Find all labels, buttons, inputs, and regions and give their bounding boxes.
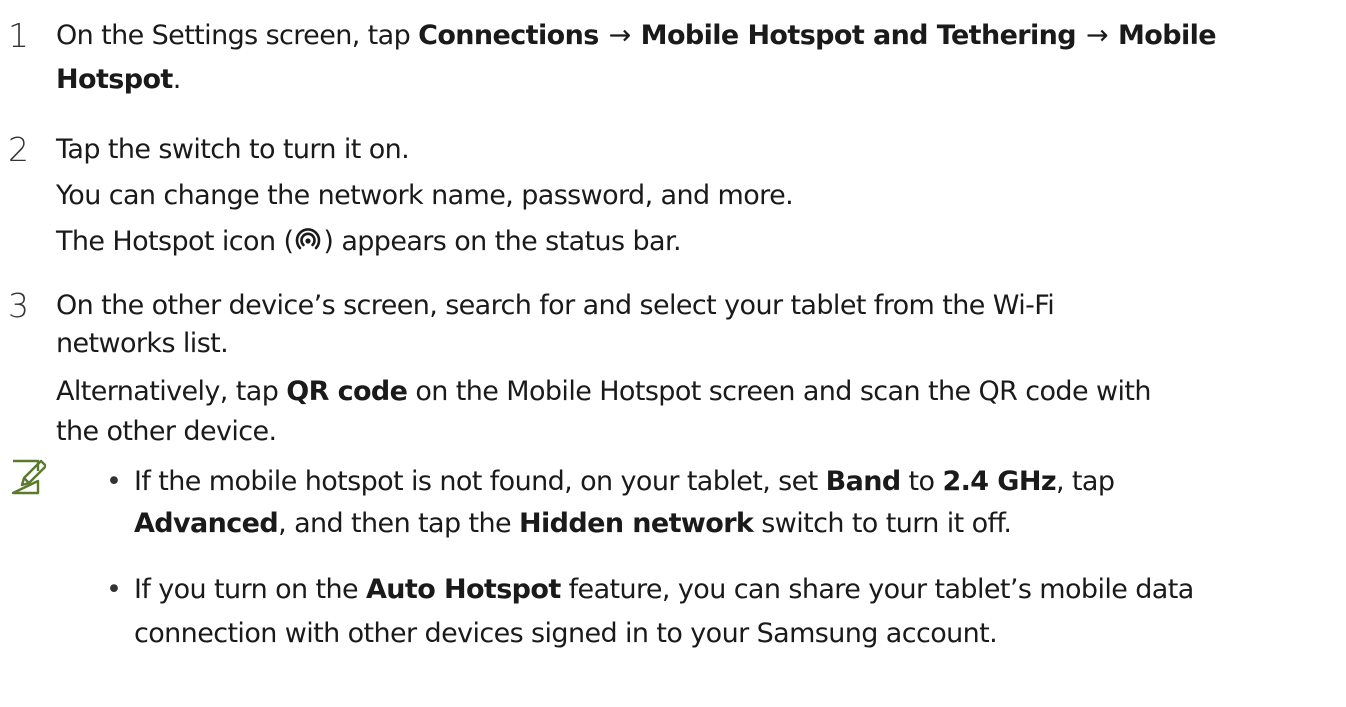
hotspot-icon xyxy=(296,228,321,250)
step-number: 1 xyxy=(8,16,29,55)
step-text-line: Tap the switch to turn it on. xyxy=(56,134,410,165)
menu-path-mobile-hotspot: Mobile xyxy=(1118,20,1217,51)
menu-path-hotspot-tethering: Mobile Hotspot and Tethering xyxy=(640,20,1077,51)
text: On the Settings screen, tap xyxy=(56,20,419,51)
advanced-label: Advanced xyxy=(134,508,279,539)
qr-code-label: QR code xyxy=(286,376,408,407)
text: on the Mobile Hotspot screen and scan th… xyxy=(407,376,1151,407)
menu-path-mobile-hotspot-cont: Hotspot xyxy=(56,64,173,95)
note-text-line: connection with other devices signed in … xyxy=(134,618,998,649)
step-text-line: You can change the network name, passwor… xyxy=(56,180,794,211)
step-number: 3 xyxy=(8,286,29,325)
step-text-line: Hotspot. xyxy=(56,58,181,102)
text: , and then tap the xyxy=(278,508,520,539)
frequency-label: 2.4 GHz xyxy=(942,466,1056,497)
text: The Hotspot icon ( xyxy=(56,226,294,257)
band-label: Band xyxy=(825,466,902,497)
step-text-line: the other device. xyxy=(56,416,277,447)
menu-path-connections: Connections xyxy=(418,20,599,51)
step-text-line: On the Settings screen, tap Connections … xyxy=(56,14,1217,58)
text: If you turn on the xyxy=(134,574,366,605)
text: If the mobile hotspot is not found, on y… xyxy=(134,466,826,497)
text: ) appears on the status bar. xyxy=(323,226,681,257)
note-text-line: If you turn on the Auto Hotspot feature,… xyxy=(134,568,1194,612)
text: . xyxy=(172,64,182,95)
hidden-network-label: Hidden network xyxy=(519,508,754,539)
manual-page: 1 On the Settings screen, tap Connection… xyxy=(0,0,1346,707)
auto-hotspot-label: Auto Hotspot xyxy=(365,574,561,605)
step-text-line: networks list. xyxy=(56,328,229,359)
note-pencil-icon xyxy=(11,459,46,495)
text: to xyxy=(900,466,943,497)
text: , tap xyxy=(1055,466,1115,497)
bullet-dot: • xyxy=(106,574,122,605)
step-text-line: Alternatively, tap QR code on the Mobile… xyxy=(56,370,1151,414)
text: feature, you can share your tablet’s mob… xyxy=(560,574,1195,605)
step-number: 2 xyxy=(8,130,29,169)
note-text-line: Advanced, and then tap the Hidden networ… xyxy=(134,502,1012,546)
text: Alternatively, tap xyxy=(56,376,287,407)
text: switch to turn it off. xyxy=(753,508,1012,539)
bullet-dot: • xyxy=(106,466,122,497)
arrow: → xyxy=(1086,20,1109,51)
arrow: → xyxy=(608,20,632,51)
note-text-line: If the mobile hotspot is not found, on y… xyxy=(134,460,1115,504)
step-text-line: The Hotspot icon ( ) appears on the stat… xyxy=(56,220,682,264)
